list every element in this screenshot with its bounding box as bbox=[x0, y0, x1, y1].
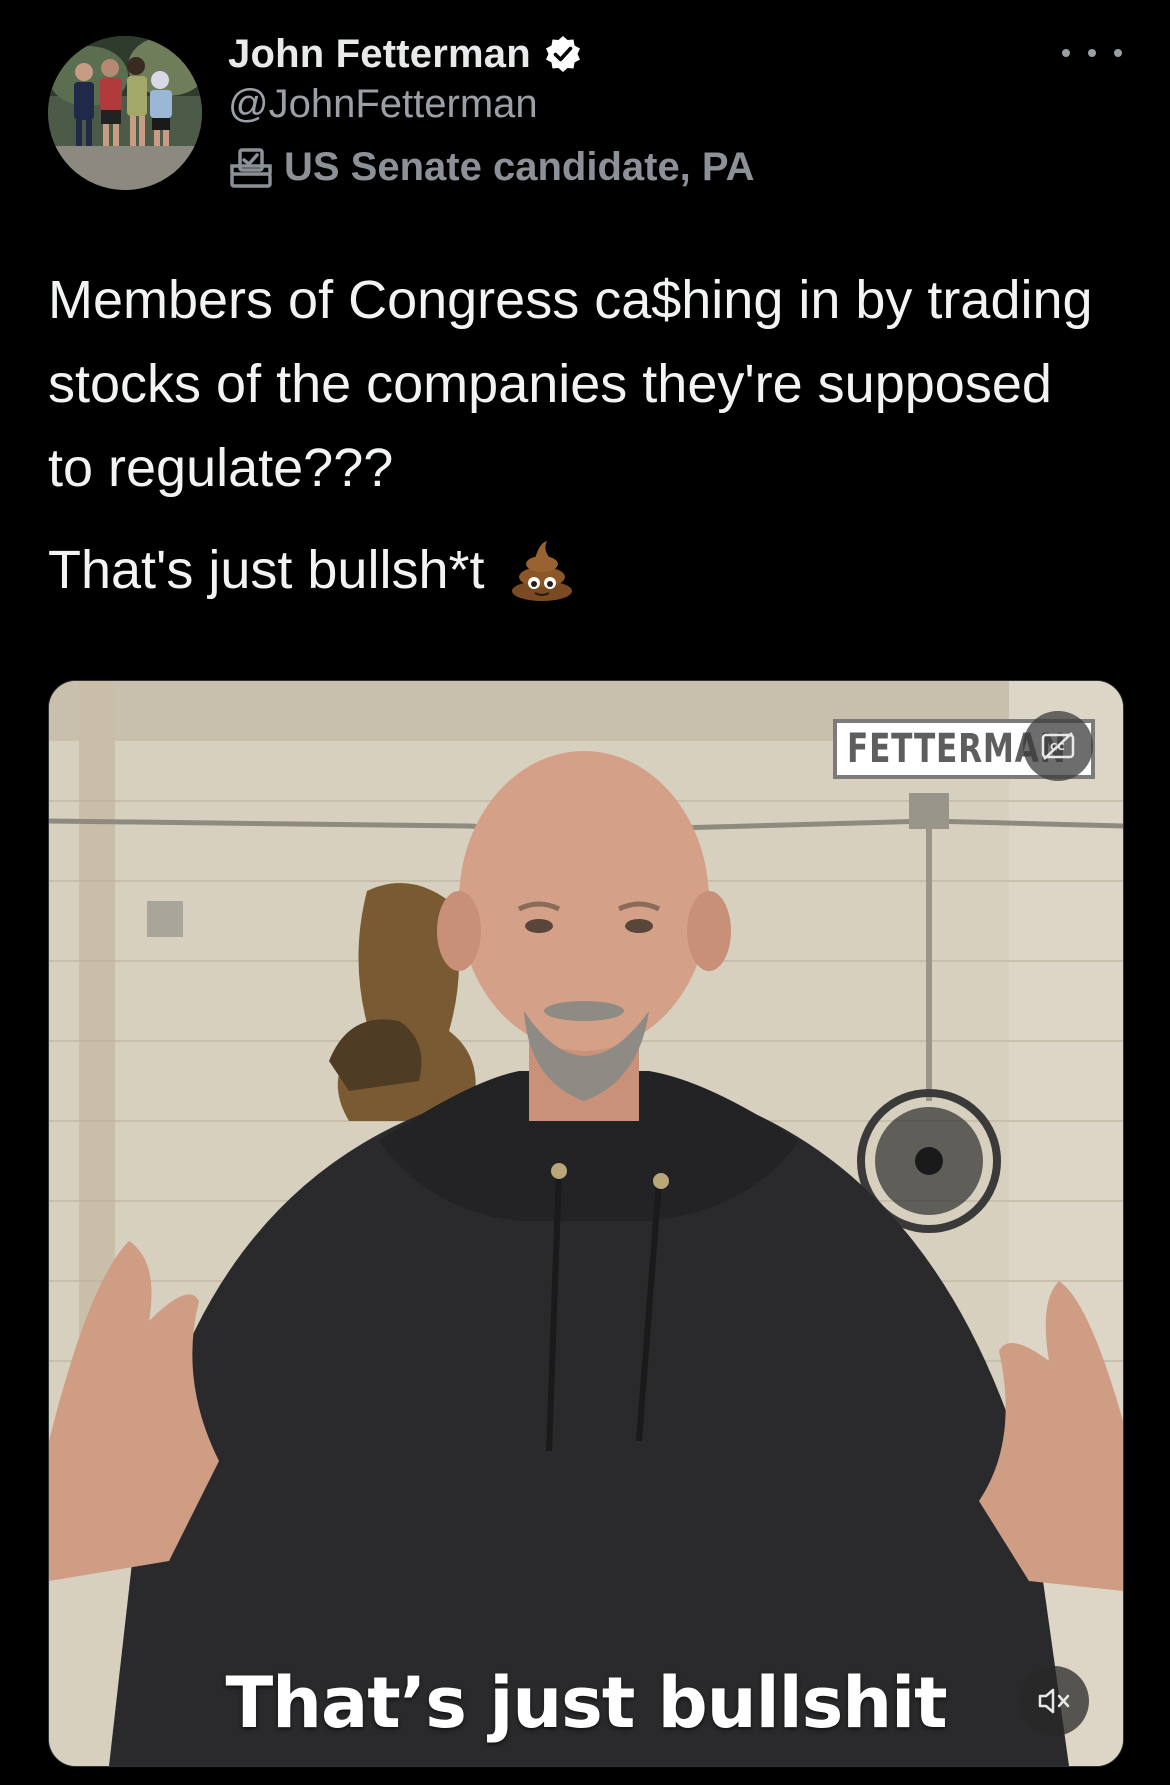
display-name[interactable]: John Fetterman bbox=[228, 32, 531, 77]
tweet-paragraph: Members of Congress ca$hing in by tradin… bbox=[48, 270, 1093, 498]
affiliation-text: US Senate candidate, PA bbox=[284, 144, 755, 189]
tweet-header: John Fetterman @JohnFetterman US Senate … bbox=[48, 32, 1122, 192]
closed-captions-off-icon[interactable]: CC bbox=[1023, 711, 1093, 781]
family-photo-avatar-icon bbox=[48, 36, 202, 190]
affiliation-label: US Senate candidate, PA bbox=[228, 144, 755, 190]
verified-badge-icon bbox=[543, 34, 583, 74]
dot bbox=[1062, 49, 1070, 57]
user-handle[interactable]: @JohnFetterman bbox=[228, 82, 538, 127]
video-caption: That’s just bullshit bbox=[225, 1662, 947, 1744]
tweet-paragraph-text: That's just bullsh*t bbox=[48, 540, 485, 600]
dot bbox=[1114, 49, 1122, 57]
pile-of-poo-icon bbox=[509, 537, 575, 603]
tweet-video[interactable]: FETTERMAN CC That’s just bullshit bbox=[48, 680, 1124, 1767]
tweet-text: Members of Congress ca$hing in by tradin… bbox=[48, 258, 1108, 612]
tweet-paragraph-2: That's just bullsh*t bbox=[48, 528, 1108, 612]
ballot-box-icon bbox=[228, 144, 274, 190]
dot bbox=[1088, 49, 1096, 57]
more-options-icon[interactable] bbox=[1062, 38, 1122, 68]
author-name-row[interactable]: John Fetterman bbox=[228, 32, 583, 76]
muted-speaker-icon[interactable] bbox=[1019, 1666, 1089, 1736]
avatar[interactable] bbox=[48, 36, 202, 190]
video-frame bbox=[49, 681, 1123, 1766]
